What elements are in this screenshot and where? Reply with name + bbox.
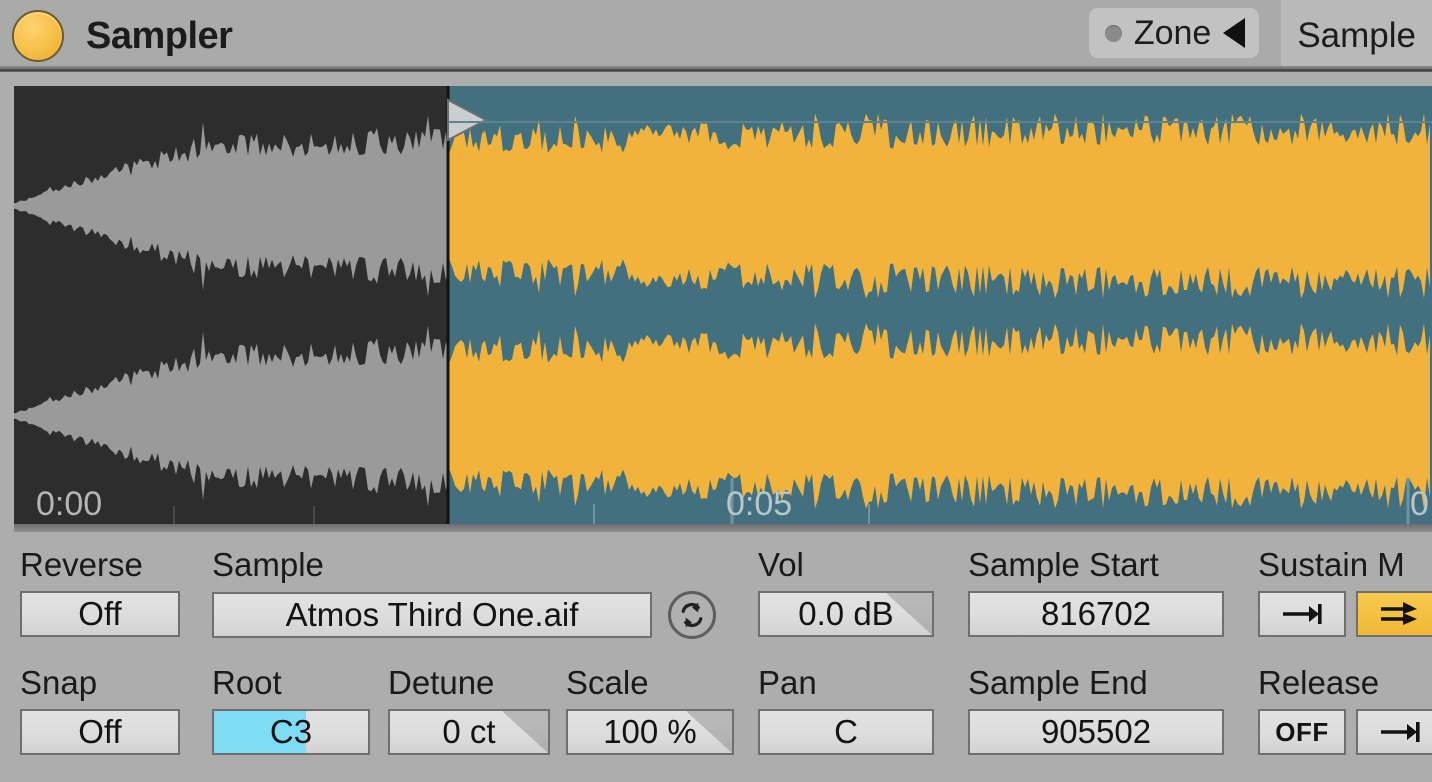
sustain-mode-label: Sustain M <box>1258 546 1405 583</box>
root-value-text: C3 <box>269 713 313 750</box>
triangle-left-icon[interactable] <box>1223 18 1246 48</box>
scale-value[interactable]: 100 % <box>566 709 734 755</box>
sample-end-value[interactable]: 905502 <box>968 709 1224 755</box>
control-sustain-mode: Sustain M <box>1258 545 1432 637</box>
vol-value[interactable]: 0.0 dB <box>758 591 934 637</box>
reverse-label: Reverse <box>20 546 143 583</box>
pan-value[interactable]: C <box>758 709 934 755</box>
device-title: Sampler <box>86 14 233 57</box>
reverse-value[interactable]: Off <box>20 591 180 637</box>
sample-end-value-text: 905502 <box>1040 713 1152 750</box>
release-mode-off-text: OFF <box>1275 716 1329 747</box>
detune-nudge-handle[interactable] <box>502 711 548 753</box>
snap-label: Snap <box>20 664 98 701</box>
vol-value-text: 0.0 dB <box>798 595 894 632</box>
tab-sample-label: Sample <box>1297 16 1416 55</box>
reverse-value-text: Off <box>78 595 122 632</box>
control-root: Root C3 <box>212 663 370 755</box>
reload-glyph <box>681 602 703 628</box>
control-snap: Snap Off <box>20 663 180 755</box>
pan-label: Pan <box>758 664 817 701</box>
header-divider <box>0 66 1432 72</box>
sample-start-value-text: 816702 <box>1040 595 1152 632</box>
control-vol: Vol 0.0 dB <box>758 545 934 637</box>
arrow-to-bar-icon <box>1283 604 1322 624</box>
control-sample: Sample Atmos Third One.aif <box>212 545 716 639</box>
arrow-to-bar-icon <box>1381 722 1420 742</box>
snap-value[interactable]: Off <box>20 709 180 755</box>
release-mode-label: Release <box>1258 664 1380 701</box>
device-header: Sampler Zone Sample <box>0 0 1432 72</box>
vol-label: Vol <box>758 546 804 583</box>
scale-label: Scale <box>566 664 649 701</box>
release-mode-arrow-button[interactable] <box>1356 709 1432 755</box>
waveform-bottom-strip <box>14 524 1432 532</box>
control-scale: Scale 100 % <box>566 663 734 755</box>
control-release-mode: Release OFF <box>1258 663 1432 755</box>
control-sample-end: Sample End 905502 <box>968 663 1224 755</box>
pan-value-text: C <box>834 713 858 750</box>
sample-start-label: Sample Start <box>968 546 1159 583</box>
detune-value-text: 0 ct <box>442 713 496 750</box>
controls-area: Reverse Off Snap Off Sample Atmos Third … <box>0 540 1432 782</box>
sample-start-value[interactable]: 816702 <box>968 591 1224 637</box>
zone-button-label: Zone <box>1133 13 1212 52</box>
sustain-mode-loop-button[interactable] <box>1356 591 1432 637</box>
snap-value-text: Off <box>78 713 122 750</box>
sample-label: Sample <box>212 546 324 583</box>
tab-sample[interactable]: Sample <box>1281 0 1432 72</box>
sample-name-text: Atmos Third One.aif <box>285 596 579 633</box>
loop-forward-icon <box>1381 602 1417 625</box>
zone-button[interactable]: Zone <box>1088 8 1260 58</box>
root-value[interactable]: C3 <box>212 709 370 755</box>
detune-label: Detune <box>388 664 495 701</box>
header-right-controls: Zone Sample <box>1088 0 1432 72</box>
control-pan: Pan C <box>758 663 934 755</box>
control-sample-start: Sample Start 816702 <box>968 545 1224 637</box>
scale-value-text: 100 % <box>603 713 697 750</box>
root-label: Root <box>212 664 282 701</box>
device-activator-toggle[interactable] <box>12 10 64 62</box>
control-detune: Detune 0 ct <box>388 663 550 755</box>
sample-waveform-display[interactable]: 0:00 0:05 0 <box>14 86 1432 530</box>
detune-value[interactable]: 0 ct <box>388 709 550 755</box>
sustain-mode-no-loop-button[interactable] <box>1258 591 1346 637</box>
control-reverse: Reverse Off <box>20 545 180 637</box>
zone-status-dot-icon <box>1104 24 1122 42</box>
reload-sample-icon[interactable] <box>668 591 716 639</box>
release-mode-off-button[interactable]: OFF <box>1258 709 1346 755</box>
sample-end-label: Sample End <box>968 664 1148 701</box>
sample-name-field[interactable]: Atmos Third One.aif <box>212 592 652 638</box>
sampler-device-panel: Sampler Zone Sample 0:00 0:05 0 Reverse … <box>0 0 1432 782</box>
waveform-canvas <box>14 86 1432 530</box>
